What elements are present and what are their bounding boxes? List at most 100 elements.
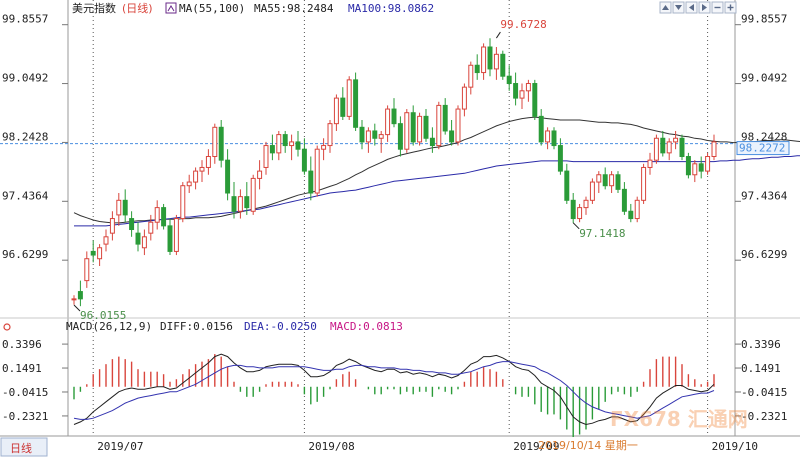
candle-body [193, 170, 199, 183]
candle-up [180, 182, 186, 223]
macd-y-tick-label-left: 0.1491 [2, 362, 42, 375]
selected-date: 2019/10/14 星期一 [538, 439, 638, 452]
y-tick-label-right: 97.4364 [741, 189, 788, 202]
candle-down [685, 152, 691, 179]
candle-up [455, 105, 461, 146]
macd-y-tick-label-left: -0.0415 [2, 386, 48, 399]
candle-body [154, 207, 160, 223]
dea-label: DEA:-0.0250 [244, 320, 317, 333]
candle-body [129, 218, 135, 231]
candle-body [365, 130, 371, 143]
period-label: (日线) [122, 1, 153, 15]
candle-body [461, 86, 467, 110]
macd-y-tick-label-right: 0.1491 [741, 362, 781, 375]
candle-body [628, 210, 634, 220]
period-button-label: 日线 [10, 441, 32, 455]
candle-body [257, 170, 263, 179]
y-tick-label-left: 99.0492 [2, 72, 48, 85]
candle-body [308, 170, 314, 194]
annotation-label: 97.1418 [579, 227, 625, 240]
candle-body [180, 185, 186, 220]
macd-y-tick-label-right: -0.2321 [741, 410, 787, 423]
candle-body [103, 236, 109, 245]
candle-down [551, 127, 557, 150]
candle-up [589, 178, 595, 204]
candle-body [474, 64, 480, 74]
candle-body [205, 156, 211, 168]
candle-body [666, 141, 672, 154]
candle-body [301, 148, 307, 172]
candle-body [506, 75, 512, 85]
candle-body [449, 130, 455, 143]
candle-up [705, 152, 711, 175]
candle-body [97, 247, 103, 260]
candle-body [90, 250, 96, 256]
candle-body [225, 159, 231, 194]
candle-body [250, 177, 256, 212]
candle-body [634, 199, 640, 220]
macd-value-label: MACD:0.0813 [330, 320, 403, 333]
candle-body [212, 126, 218, 158]
candle-body [391, 108, 397, 125]
candle-body [141, 236, 147, 249]
candle-body [698, 163, 704, 172]
candle-down [161, 203, 167, 230]
annotation-label: 99.6728 [500, 18, 546, 31]
candle-body [551, 130, 557, 147]
candle-body [135, 232, 141, 245]
candle-body [161, 207, 167, 227]
candle-up [653, 134, 659, 164]
candle-up [173, 214, 179, 256]
candle-body [173, 218, 179, 252]
candle-body [609, 174, 615, 187]
candle-body [385, 108, 391, 136]
candle-body [641, 166, 647, 201]
candle-body [570, 199, 576, 220]
candle-body [557, 145, 563, 172]
candle-body [500, 53, 506, 77]
candle-body [282, 134, 288, 147]
x-tick-label: 2019/07 [97, 440, 143, 453]
candle-body [231, 196, 237, 212]
candle-body [397, 123, 403, 150]
y-tick-label-left: 96.6299 [2, 248, 48, 261]
x-tick-label: 2019/10 [712, 440, 758, 453]
candle-body [429, 137, 435, 147]
candle-body [621, 188, 627, 212]
macd-title: MACD(26,12,9) [66, 320, 152, 333]
candle-down [500, 50, 506, 80]
candle-body [404, 112, 410, 150]
candle-body [410, 112, 416, 143]
candle-body [353, 79, 359, 128]
candle-up [436, 101, 442, 150]
macd-y-tick-label-left: 0.3396 [2, 338, 42, 351]
candle-up [404, 109, 410, 153]
candle-body [583, 199, 589, 209]
candle-body [269, 145, 275, 154]
candle-down [532, 79, 538, 121]
candle-body [487, 46, 493, 70]
candle-body [372, 130, 378, 139]
macd-y-tick-label-left: -0.2321 [2, 410, 48, 423]
candle-body [436, 104, 442, 147]
last-price-label: 98.2272 [739, 142, 785, 155]
candle-body [685, 156, 691, 176]
candle-body [340, 97, 346, 117]
candle-body [295, 141, 301, 150]
candle-body [321, 145, 327, 150]
candle-body [711, 141, 717, 158]
candle-body [519, 90, 525, 99]
candle-body [167, 225, 173, 252]
symbol-title: 美元指数 [72, 1, 116, 15]
y-tick-label-left: 98.2428 [2, 130, 48, 143]
watermark: FX678 汇通网 [610, 407, 748, 431]
candle-body [705, 156, 711, 172]
candle-body [525, 83, 531, 92]
candle-body [653, 137, 659, 161]
candle-body [77, 291, 83, 300]
candle-body [679, 137, 685, 158]
candle-body [359, 126, 365, 143]
candle-body [116, 199, 122, 216]
y-tick-label-left: 99.8557 [2, 13, 48, 26]
candle-body [455, 108, 461, 143]
